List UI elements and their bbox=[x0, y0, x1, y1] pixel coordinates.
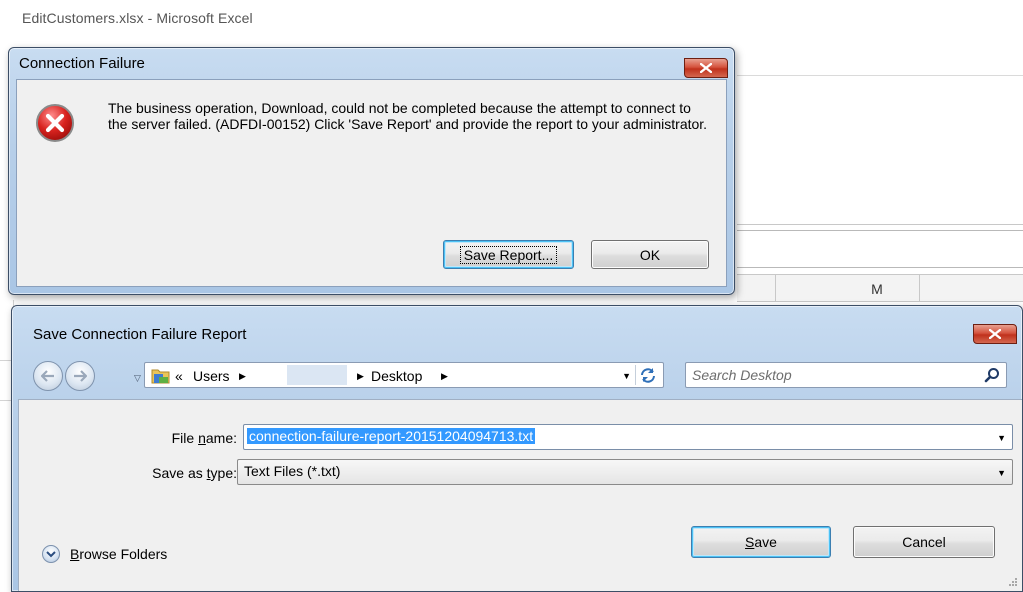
search-box[interactable] bbox=[685, 362, 1007, 388]
error-message: The business operation, Download, could … bbox=[108, 100, 708, 132]
browse-folders-toggle[interactable]: Browse Folders bbox=[42, 545, 167, 563]
recent-locations-dropdown-icon[interactable]: ▽ bbox=[134, 373, 141, 384]
breadcrumb-separator-icon[interactable]: ▶ bbox=[239, 371, 246, 382]
save-dialog-client-area: File name: connection-failure-report-201… bbox=[18, 399, 1022, 591]
ok-button[interactable]: OK bbox=[591, 240, 709, 269]
dialog-title: Save Connection Failure Report bbox=[33, 326, 247, 343]
save-as-type-value: Text Files (*.txt) bbox=[244, 463, 341, 479]
file-name-dropdown-icon[interactable]: ▼ bbox=[997, 433, 1006, 443]
file-name-value[interactable]: connection-failure-report-20151204094713… bbox=[247, 428, 536, 444]
back-button[interactable] bbox=[33, 361, 63, 391]
cancel-button[interactable]: Cancel bbox=[853, 526, 995, 558]
save-as-type-dropdown-icon[interactable]: ▼ bbox=[997, 468, 1006, 478]
browse-folders-label[interactable]: Browse Folders bbox=[70, 546, 167, 562]
excel-ribbon bbox=[737, 75, 1023, 225]
forward-button[interactable] bbox=[65, 361, 95, 391]
save-as-type-label: Save as type: bbox=[152, 465, 237, 481]
save-button[interactable]: Save bbox=[691, 526, 831, 558]
file-name-combo[interactable]: connection-failure-report-20151204094713… bbox=[243, 424, 1013, 450]
breadcrumb-overflow[interactable]: « bbox=[175, 368, 183, 384]
close-button[interactable] bbox=[684, 58, 728, 78]
breadcrumb-users[interactable]: Users bbox=[193, 368, 230, 384]
save-button-label: Save bbox=[745, 534, 777, 550]
close-button[interactable] bbox=[973, 324, 1017, 344]
breadcrumb-user-folder[interactable] bbox=[287, 365, 347, 385]
breadcrumb-separator-icon[interactable]: ▶ bbox=[441, 371, 448, 382]
search-input[interactable] bbox=[692, 365, 972, 385]
expand-chevron-icon[interactable] bbox=[42, 545, 60, 563]
resize-grip-icon[interactable] bbox=[1006, 575, 1018, 587]
excel-column-headers: M bbox=[737, 274, 1023, 302]
dialog-title: Connection Failure bbox=[19, 55, 145, 72]
save-report-button[interactable]: Save Report... bbox=[443, 240, 574, 269]
folder-icon bbox=[151, 369, 170, 384]
close-icon bbox=[989, 329, 1001, 339]
error-icon bbox=[36, 104, 74, 142]
close-icon bbox=[700, 63, 712, 73]
excel-formula-bar bbox=[737, 230, 1023, 268]
breadcrumb-desktop[interactable]: Desktop bbox=[371, 368, 422, 384]
forward-arrow-icon bbox=[74, 370, 87, 382]
back-arrow-icon bbox=[41, 370, 54, 382]
save-report-dialog: Save Connection Failure Report ▽ « Users… bbox=[11, 305, 1023, 592]
column-header-m[interactable]: M bbox=[797, 281, 957, 297]
excel-window-title: EditCustomers.xlsx - Microsoft Excel bbox=[22, 10, 253, 26]
file-name-label: File name: bbox=[171, 430, 237, 446]
save-report-label: Save Report... bbox=[459, 245, 558, 264]
save-as-type-select[interactable]: Text Files (*.txt) ▼ bbox=[237, 459, 1013, 485]
breadcrumb-separator-icon[interactable]: ▶ bbox=[357, 371, 364, 382]
address-bar[interactable]: « Users ▶ ▶ Desktop ▶ ▼ bbox=[144, 362, 664, 388]
connection-failure-dialog: Connection Failure The business operatio… bbox=[8, 47, 735, 295]
address-dropdown-icon[interactable]: ▼ bbox=[622, 371, 631, 381]
dialog-client-area: The business operation, Download, could … bbox=[16, 79, 727, 287]
refresh-icon[interactable] bbox=[639, 366, 657, 384]
search-icon[interactable] bbox=[984, 367, 1000, 383]
